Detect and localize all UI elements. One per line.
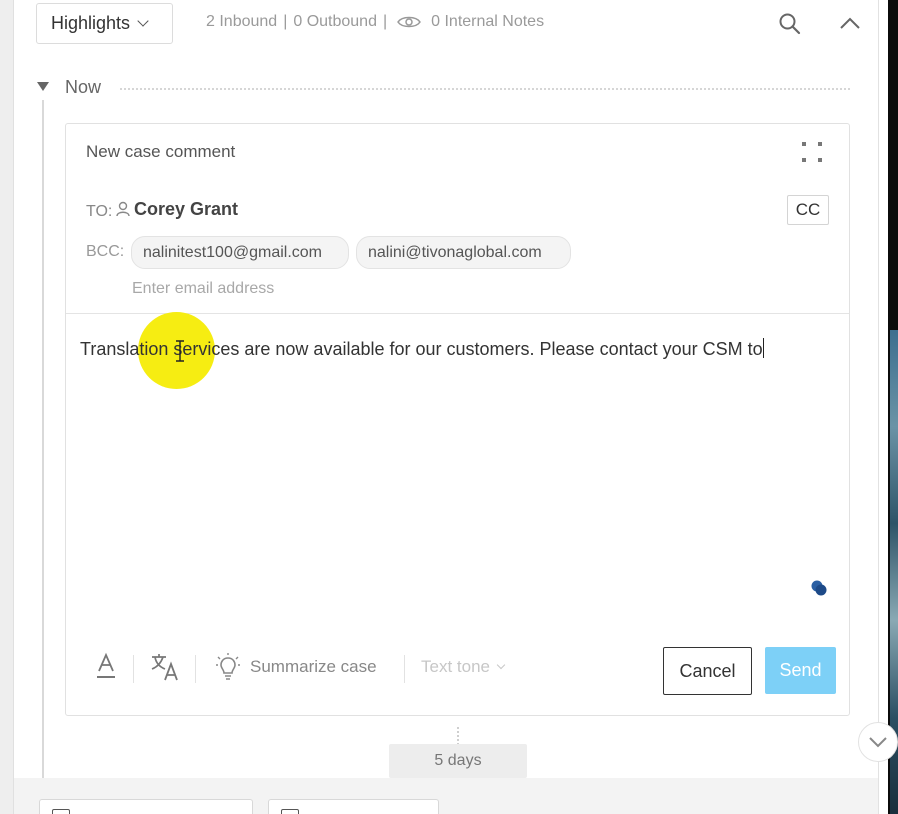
timeline-divider: [120, 88, 850, 90]
timeline-line: [42, 100, 44, 778]
bcc-recipient-chip[interactable]: nalinitest100@gmail.com: [131, 236, 349, 269]
bottom-action-button[interactable]: [39, 799, 253, 814]
expand-icon[interactable]: [802, 142, 822, 162]
cancel-button[interactable]: Cancel: [663, 647, 752, 695]
highlights-dropdown[interactable]: Highlights: [36, 3, 173, 44]
highlights-label: Highlights: [51, 13, 131, 33]
collapse-triangle-icon[interactable]: [37, 82, 49, 91]
left-strip: [0, 0, 14, 814]
timeline-gap-connector: [457, 727, 459, 745]
bcc-label: BCC:: [86, 243, 125, 260]
chevron-down-icon: [137, 15, 149, 27]
now-label: Now: [65, 77, 102, 97]
to-label-text: TO:: [86, 202, 113, 220]
checkbox-icon: [281, 809, 299, 814]
toolbar-separator: [133, 655, 134, 683]
toolbar-separator: [195, 655, 196, 683]
chevron-up-icon[interactable]: [839, 14, 861, 32]
ibeam-cursor-icon: [175, 340, 185, 362]
comment-body-editor[interactable]: Translation services are now available f…: [80, 338, 840, 360]
email-address-input[interactable]: [132, 278, 432, 300]
composer-title: New case comment: [86, 142, 236, 161]
stats-separator: |: [382, 13, 388, 30]
time-gap-label: 5 days: [389, 744, 527, 778]
to-recipient[interactable]: Corey Grant: [134, 199, 238, 220]
activity-stats: 2 Inbound | 0 Outbound | 0 Internal Note…: [206, 13, 544, 31]
chevron-down-icon: [496, 660, 506, 670]
text-caret: [762, 338, 764, 358]
cc-button[interactable]: CC: [787, 195, 829, 225]
search-icon[interactable]: [778, 12, 802, 36]
inbound-count: 2 Inbound: [206, 13, 278, 30]
stats-separator: |: [283, 13, 288, 30]
assistant-icon[interactable]: [810, 579, 828, 597]
internal-notes-count: 0 Internal Notes: [431, 13, 545, 30]
text-tone-label: Text tone: [421, 657, 490, 676]
font-color-icon[interactable]: [96, 652, 116, 680]
send-button[interactable]: Send: [765, 647, 836, 694]
lightbulb-icon[interactable]: [216, 653, 240, 681]
eye-icon: [397, 15, 422, 29]
checkbox-icon: [52, 809, 70, 814]
person-icon: [116, 201, 131, 222]
summarize-case-button[interactable]: Summarize case: [250, 657, 377, 677]
bottom-action-button[interactable]: [268, 799, 439, 814]
translate-icon[interactable]: [150, 652, 180, 682]
to-label: TO:: [86, 201, 131, 222]
toolbar-separator: [404, 655, 405, 683]
scroll-down-button[interactable]: [858, 722, 898, 762]
bcc-recipient-chip[interactable]: nalini@tivonaglobal.com: [356, 236, 571, 269]
text-tone-dropdown[interactable]: Text tone: [421, 657, 506, 677]
outbound-count: 0 Outbound: [293, 13, 377, 30]
